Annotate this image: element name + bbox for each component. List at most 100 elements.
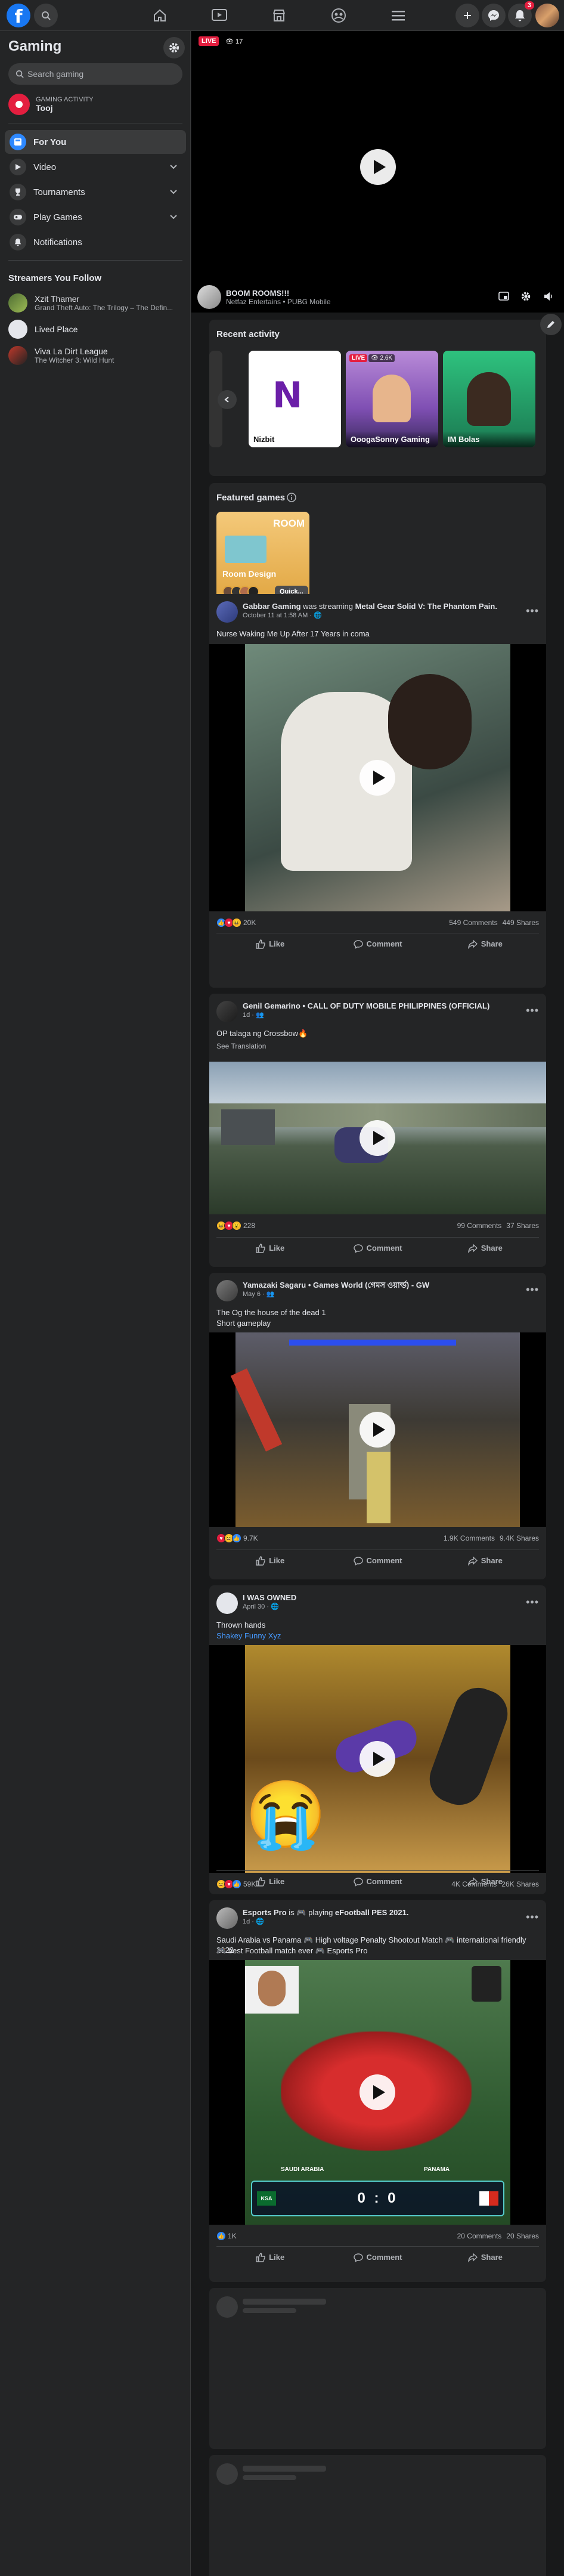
marketplace-icon (273, 10, 285, 21)
post-more-button[interactable]: ••• (526, 605, 539, 617)
post-game-link[interactable]: eFootball PES 2021. (335, 1908, 409, 1917)
messenger-button[interactable] (482, 4, 506, 27)
nav-watch[interactable] (190, 0, 249, 31)
team-right-name: PANAMA (424, 2166, 450, 2173)
post-timestamp[interactable]: May 6 · 👥 (243, 1290, 429, 1298)
comment-count[interactable]: 1.9K Comments (444, 1534, 495, 1542)
reaction-count[interactable]: 9.7K (243, 1534, 258, 1542)
comment-button[interactable]: Comment (324, 1238, 431, 1258)
post-game-link[interactable]: Metal Gear Solid V: The Phantom Pain. (355, 602, 497, 611)
channel-avatar[interactable] (197, 285, 221, 309)
post-author-avatar[interactable] (216, 1592, 238, 1614)
post-hashtag-link[interactable]: Shakey Funny Xyz (216, 1631, 539, 1641)
channel-name[interactable]: BOOM ROOMS!!! (226, 289, 331, 298)
comment-button[interactable]: Comment (324, 933, 431, 954)
nav-home[interactable] (130, 0, 190, 31)
info-icon[interactable] (287, 493, 296, 502)
scroll-left-button[interactable] (218, 390, 237, 409)
post-author-avatar[interactable] (216, 1001, 238, 1022)
post-author-name[interactable]: Gabbar Gaming (243, 602, 301, 611)
facebook-logo[interactable]: f (7, 4, 30, 27)
share-button[interactable]: Share (432, 1871, 539, 1892)
recent-tile[interactable]: LIVE 👁 2.6K OoogaSonny Gaming (346, 351, 438, 447)
post-author-avatar[interactable] (216, 601, 238, 623)
create-button[interactable] (455, 4, 479, 27)
post-video[interactable] (209, 1332, 546, 1527)
post-timestamp[interactable]: 1d · 👥 (243, 1011, 489, 1019)
sidebar-item-for-you[interactable]: For You (5, 130, 186, 154)
comment-button[interactable]: Comment (324, 1871, 431, 1892)
gear-icon[interactable] (520, 291, 531, 302)
play-button[interactable] (360, 1741, 395, 1777)
comment-button[interactable]: Comment (324, 1550, 431, 1571)
play-button[interactable] (360, 1412, 395, 1448)
post-video[interactable] (209, 644, 546, 911)
post-author-name[interactable]: Genil Gemarino • CALL OF DUTY MOBILE PHI… (243, 1001, 489, 1010)
streamer-item[interactable]: Lived Place (5, 317, 186, 341)
post-more-button[interactable]: ••• (526, 1004, 539, 1017)
mini-player-icon[interactable] (498, 291, 509, 302)
sidebar-item-notifications[interactable]: Notifications (5, 230, 186, 254)
share-count[interactable]: 20 Shares (506, 2232, 539, 2240)
share-button[interactable]: Share (432, 2247, 539, 2268)
post-author-name[interactable]: Yamazaki Sagaru • Games World (গেমস ওয়া… (243, 1281, 429, 1289)
post-timestamp[interactable]: April 30 · 🌐 (243, 1603, 296, 1610)
play-button[interactable] (360, 149, 396, 185)
search-button[interactable] (34, 4, 58, 27)
post-author-name[interactable]: Esports Pro (243, 1908, 287, 1917)
comment-count[interactable]: 99 Comments (457, 1221, 502, 1230)
reaction-count[interactable]: 20K (243, 919, 256, 927)
like-button[interactable]: Like (216, 933, 324, 954)
post-more-button[interactable]: ••• (526, 1911, 539, 1924)
see-translation-link[interactable]: See Translation (216, 1041, 539, 1052)
share-count[interactable]: 449 Shares (503, 919, 539, 927)
gaming-activity-link[interactable]: GAMING ACTIVITY Tooj (5, 89, 186, 119)
post-author-avatar[interactable] (216, 1907, 238, 1929)
comment-count[interactable]: 549 Comments (449, 919, 497, 927)
nav-menu[interactable] (368, 0, 428, 31)
nav-groups[interactable] (309, 0, 368, 31)
streamer-item[interactable]: Viva La Dirt League The Witcher 3: Wild H… (5, 344, 186, 367)
post-video[interactable]: KSA 0 : 0 SAUDI ARABIA PANAMA (209, 1960, 546, 2225)
sidebar-item-video[interactable]: Video (5, 155, 186, 179)
featured-game-tile[interactable]: ROOM Room Design Quick... (216, 512, 309, 607)
play-button[interactable] (360, 760, 395, 796)
share-button[interactable]: Share (432, 1550, 539, 1571)
like-button[interactable]: Like (216, 1871, 324, 1892)
post-author-avatar[interactable] (216, 1280, 238, 1301)
settings-button[interactable] (163, 37, 185, 58)
notifications-button[interactable]: 3 (508, 1, 534, 27)
post-more-button[interactable]: ••• (526, 1596, 539, 1609)
volume-icon[interactable] (543, 291, 554, 302)
comment-count[interactable]: 20 Comments (457, 2232, 502, 2240)
post-author-name[interactable]: I WAS OWNED (243, 1593, 296, 1602)
gaming-search-input[interactable]: Search gaming (8, 63, 182, 85)
profile-avatar[interactable] (535, 4, 559, 27)
like-button[interactable]: Like (216, 2247, 324, 2268)
tile-face (373, 375, 411, 422)
like-button[interactable]: Like (216, 1550, 324, 1571)
play-button[interactable] (360, 1120, 395, 1156)
live-video-player[interactable]: LIVE 👁 17 BOOM ROOMS!!! Netfaz Entertain… (191, 31, 564, 313)
like-button[interactable]: Like (216, 1238, 324, 1258)
nav-marketplace[interactable] (249, 0, 309, 31)
streamer-item[interactable]: Xzit Thamer Grand Theft Auto: The Trilogy… (5, 291, 186, 315)
post-more-button[interactable]: ••• (526, 1284, 539, 1296)
edit-button[interactable] (540, 314, 562, 335)
share-button[interactable]: Share (432, 933, 539, 954)
comment-button[interactable]: Comment (324, 2247, 431, 2268)
post-timestamp[interactable]: October 11 at 1:58 AM · 🌐 (243, 611, 497, 619)
post-timestamp[interactable]: 1d · 🌐 (243, 1918, 408, 1925)
reaction-count[interactable]: 1K (228, 2232, 237, 2240)
recent-tile[interactable]: N Nizbit (249, 351, 341, 447)
reaction-count[interactable]: 228 (243, 1221, 255, 1230)
share-button[interactable]: Share (432, 1238, 539, 1258)
recent-tile[interactable]: IM Bolas (443, 351, 535, 447)
sidebar-item-play-games[interactable]: Play Games (5, 205, 186, 229)
share-count[interactable]: 9.4K Shares (500, 1534, 539, 1542)
play-button[interactable] (360, 2074, 395, 2110)
post-video[interactable]: 😭 (209, 1645, 546, 1873)
post-video[interactable] (209, 1062, 546, 1214)
share-count[interactable]: 37 Shares (506, 1221, 539, 1230)
sidebar-item-tournaments[interactable]: Tournaments (5, 180, 186, 204)
